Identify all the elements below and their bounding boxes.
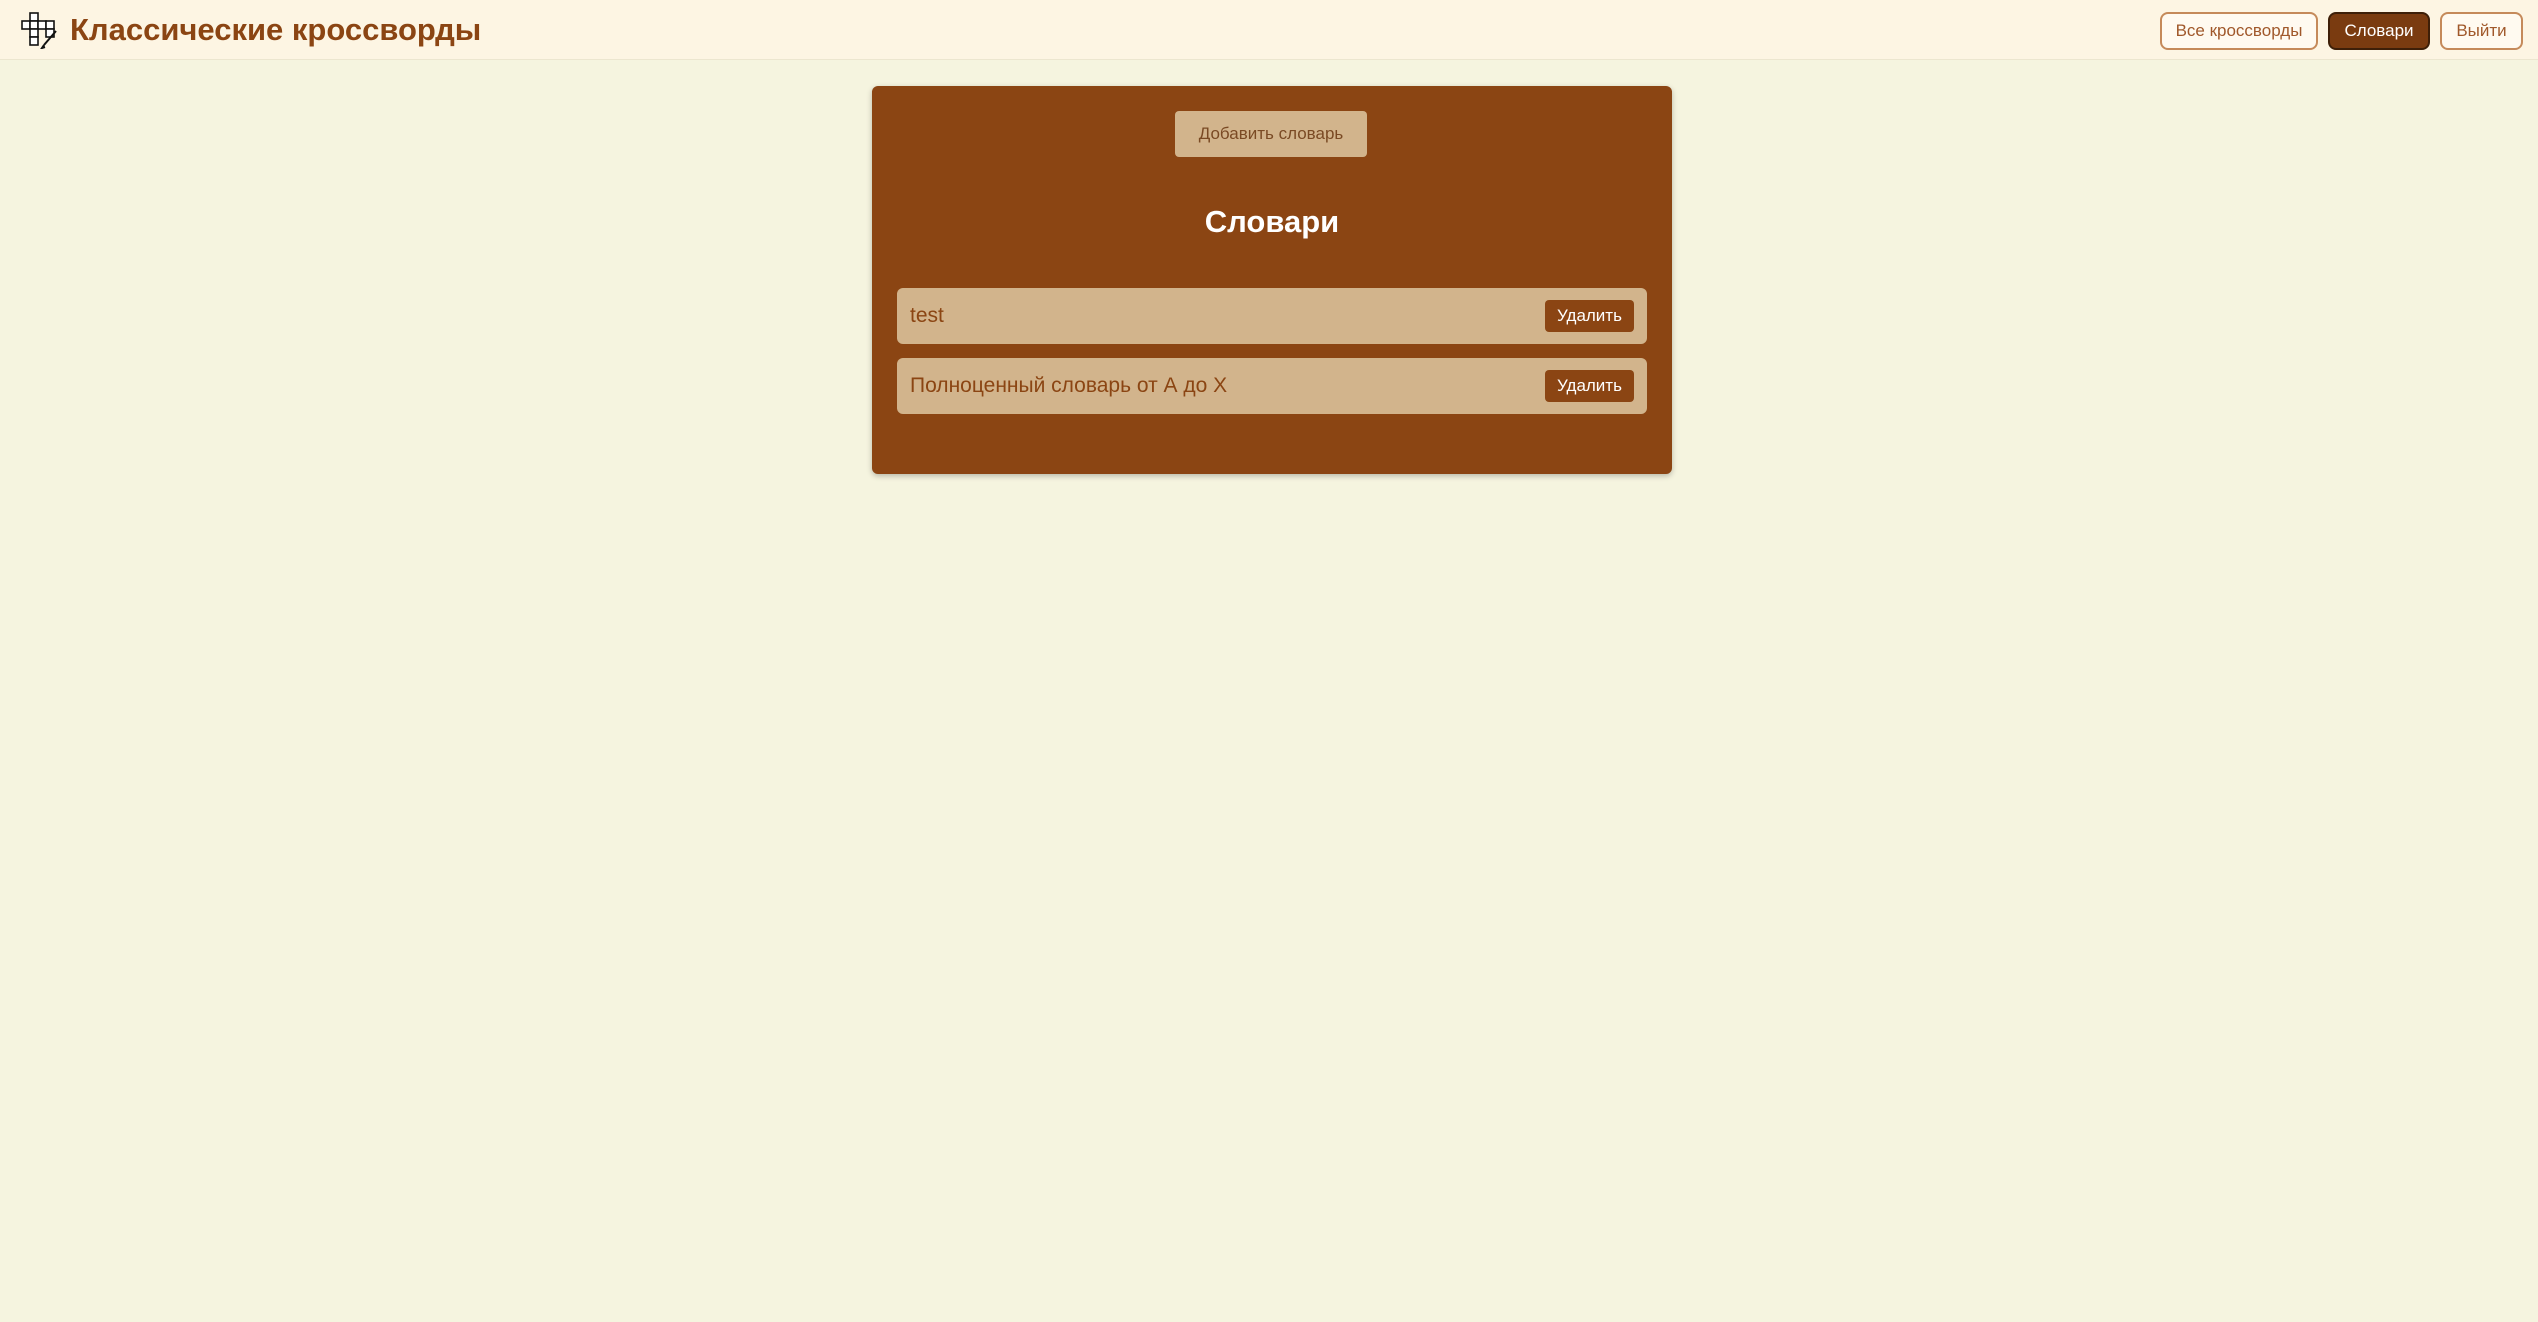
add-dictionary-button[interactable]: Добавить словарь bbox=[1175, 111, 1367, 157]
dictionary-row[interactable]: test Удалить bbox=[897, 288, 1647, 344]
dictionary-name[interactable]: Полноценный словарь от А до Х bbox=[910, 358, 1227, 414]
brand-title[interactable]: Классические кроссворды bbox=[70, 12, 481, 48]
logout-button[interactable]: Выйти bbox=[2440, 12, 2523, 50]
top-navbar: Классические кроссворды Все кроссворды С… bbox=[0, 0, 2538, 60]
delete-dictionary-button[interactable]: Удалить bbox=[1545, 370, 1634, 402]
delete-dictionary-button[interactable]: Удалить bbox=[1545, 300, 1634, 332]
dictionaries-button[interactable]: Словари bbox=[2328, 12, 2430, 50]
crossword-pencil-icon[interactable] bbox=[20, 11, 60, 49]
dictionary-name[interactable]: test bbox=[910, 288, 944, 344]
page-title: Словари bbox=[1204, 204, 1340, 239]
dictionaries-panel: Добавить словарь Словари test Удалить По… bbox=[872, 86, 1672, 474]
all-crosswords-button[interactable]: Все кроссворды bbox=[2160, 12, 2318, 50]
dictionary-row[interactable]: Полноценный словарь от А до Х Удалить bbox=[897, 358, 1647, 414]
